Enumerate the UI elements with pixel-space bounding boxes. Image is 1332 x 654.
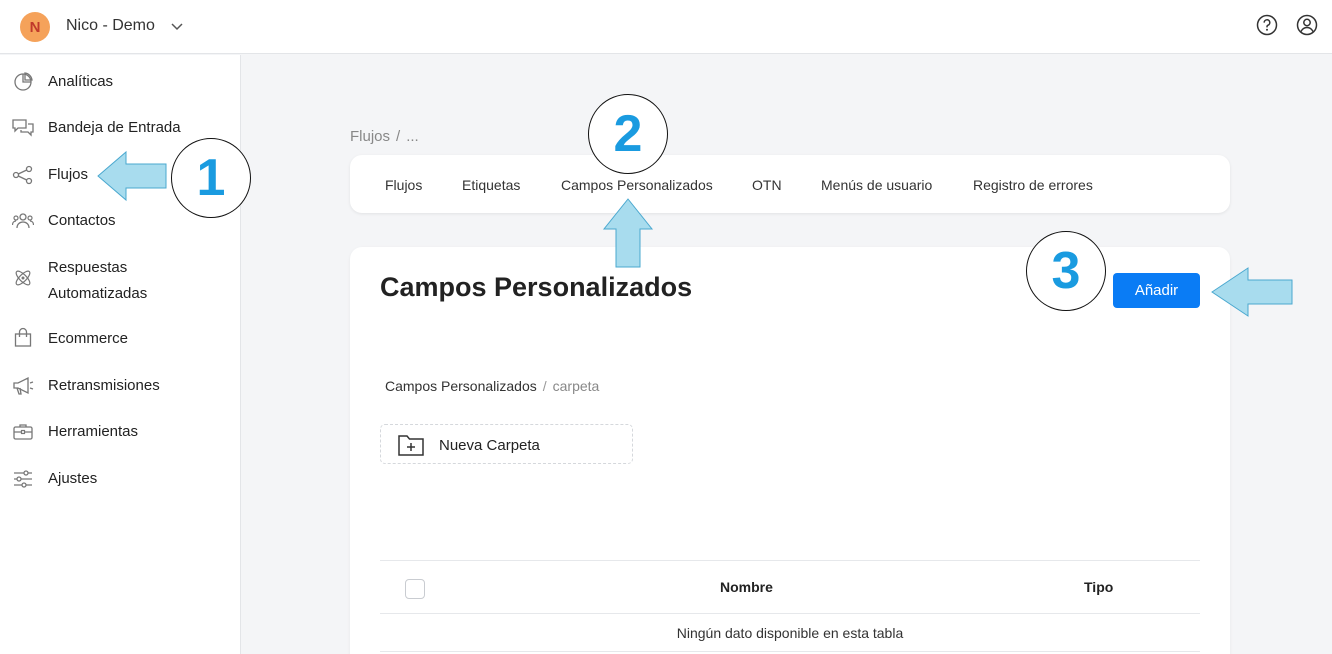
atom-icon: [15, 270, 31, 286]
sidebar-item-ajustes[interactable]: Ajustes: [0, 466, 240, 496]
top-bar: N Nico - Demo: [0, 0, 1332, 54]
sidebar-item-label: Respuestas: [48, 259, 128, 276]
add-button[interactable]: Añadir: [1113, 273, 1200, 308]
annotation-badge-3: 3: [1026, 231, 1106, 311]
column-header-nombre[interactable]: Nombre: [720, 579, 773, 595]
annotation-badge-2: 2: [588, 94, 668, 174]
sidebar-item-ecommerce[interactable]: Ecommerce: [0, 326, 240, 356]
workspace-name[interactable]: Nico - Demo: [66, 17, 155, 35]
folder-breadcrumb: Campos Personalizados / carpeta: [385, 378, 599, 394]
breadcrumb: Flujos /...: [350, 128, 425, 145]
sliders-icon: [14, 470, 32, 488]
annotation-arrow-up-icon: [602, 198, 654, 268]
user-account-icon[interactable]: [1296, 14, 1318, 36]
tab-bar: Flujos Etiquetas Campos Personalizados O…: [350, 155, 1230, 213]
sidebar-item-label: Ajustes: [48, 470, 98, 487]
sidebar-item-analiticas[interactable]: Analíticas: [0, 69, 240, 99]
tab-campos-personalizados[interactable]: Campos Personalizados: [561, 177, 713, 193]
sidebar-item-label: Flujos: [48, 166, 89, 183]
annotation-arrow-left-icon: [1211, 267, 1293, 317]
custom-fields-table: Nombre Tipo Ningún dato disponible en es…: [380, 560, 1200, 652]
folder-breadcrumb-current: carpeta: [552, 378, 600, 394]
shopping-bag-icon: [14, 327, 32, 347]
sidebar-item-label: Herramientas: [48, 423, 139, 440]
chat-bubbles-icon: [12, 119, 34, 137]
folder-add-icon: [398, 435, 424, 456]
tab-flujos[interactable]: Flujos: [385, 177, 422, 193]
sidebar-item-label: Retransmisiones: [48, 377, 160, 394]
table-header: Nombre Tipo: [380, 560, 1200, 614]
annotation-badge-1: 1: [171, 138, 251, 218]
page-title: Campos Personalizados: [380, 272, 693, 302]
sidebar-item-respuestas[interactable]: Respuestas Automatizadas: [0, 255, 240, 311]
sidebar-item-retransmisiones[interactable]: Retransmisiones: [0, 373, 240, 403]
tab-etiquetas[interactable]: Etiquetas: [462, 177, 520, 193]
table-empty-row: Ningún dato disponible en esta tabla: [380, 614, 1200, 652]
new-folder-label: Nueva Carpeta: [439, 437, 540, 454]
chevron-down-icon[interactable]: [170, 19, 184, 33]
sidebar-item-label-line2: Automatizadas: [48, 285, 148, 302]
pie-chart-icon: [14, 72, 33, 91]
tab-registro-errores[interactable]: Registro de errores: [973, 177, 1093, 193]
sidebar-item-label: Bandeja de Entrada: [48, 119, 181, 136]
sidebar-item-label: Ecommerce: [48, 330, 129, 347]
breadcrumb-separator: /: [396, 128, 401, 145]
custom-fields-panel: Campos Personalizados Añadir Campos Pers…: [350, 247, 1230, 654]
megaphone-icon: [13, 376, 34, 395]
sidebar-item-herramientas[interactable]: Herramientas: [0, 419, 240, 449]
tab-menus-usuario[interactable]: Menús de usuario: [821, 177, 932, 193]
column-header-tipo[interactable]: Tipo: [1084, 579, 1113, 595]
breadcrumb-root[interactable]: Flujos: [350, 128, 390, 145]
toolbox-icon: [13, 424, 33, 440]
folder-breadcrumb-root[interactable]: Campos Personalizados: [385, 378, 537, 394]
workspace-avatar[interactable]: N: [20, 12, 50, 42]
folder-breadcrumb-separator: /: [542, 378, 547, 394]
people-icon: [12, 213, 34, 229]
sidebar-item-label: Contactos: [48, 212, 116, 229]
flow-nodes-icon: [12, 165, 33, 185]
sidebar-item-label: Analíticas: [48, 73, 114, 90]
help-icon[interactable]: [1256, 14, 1278, 36]
tab-otn[interactable]: OTN: [752, 177, 782, 193]
annotation-arrow-left-icon: [97, 150, 167, 202]
breadcrumb-ellipsis[interactable]: ...: [406, 128, 419, 145]
new-folder-button[interactable]: Nueva Carpeta: [380, 424, 633, 464]
select-all-checkbox[interactable]: [405, 579, 425, 599]
